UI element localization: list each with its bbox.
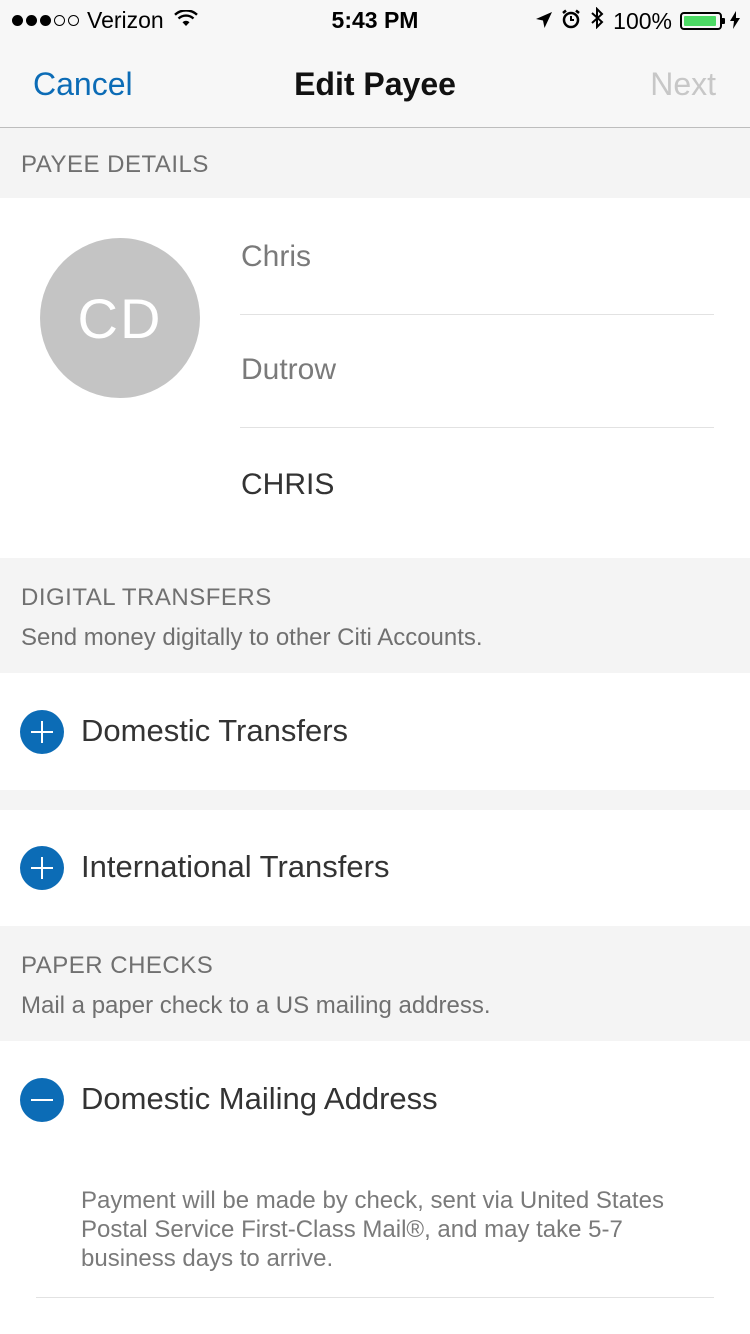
battery-percent: 100% xyxy=(613,7,672,34)
section-gap xyxy=(0,790,750,810)
first-name-field[interactable]: Chris xyxy=(241,240,311,274)
international-transfers-row[interactable]: International Transfers xyxy=(0,810,750,926)
domestic-mailing-address-row[interactable]: Domestic Mailing Address xyxy=(0,1041,750,1161)
payee-details-title: PAYEE DETAILS xyxy=(21,151,209,178)
bluetooth-icon xyxy=(589,6,605,35)
navigation-bar: Cancel Edit Payee Next xyxy=(0,40,750,128)
status-right: 100% xyxy=(535,6,740,35)
digital-transfers-header: DIGITAL TRANSFERS Send money digitally t… xyxy=(0,558,750,673)
international-transfers-label: International Transfers xyxy=(81,849,390,884)
payment-note: Payment will be made by check, sent via … xyxy=(81,1187,664,1272)
plus-circle-icon[interactable] xyxy=(20,846,64,890)
last-name-field[interactable]: Dutrow xyxy=(241,353,336,387)
next-button[interactable]: Next xyxy=(650,66,716,103)
digital-transfers-description: Send money digitally to other Citi Accou… xyxy=(21,624,483,651)
location-arrow-icon xyxy=(535,8,553,35)
battery-icon xyxy=(680,12,725,30)
divider xyxy=(240,314,714,315)
minus-circle-icon[interactable] xyxy=(20,1078,64,1122)
paper-checks-title: PAPER CHECKS xyxy=(21,952,214,979)
domestic-transfers-row[interactable]: Domestic Transfers xyxy=(0,673,750,790)
page-title: Edit Payee xyxy=(294,66,456,102)
alarm-clock-icon xyxy=(561,8,581,35)
nickname-field[interactable]: CHRIS xyxy=(241,468,334,502)
status-bar: Verizon 5:43 PM 100% xyxy=(0,0,750,40)
charging-bolt-icon xyxy=(730,8,740,35)
domestic-mailing-address-label: Domestic Mailing Address xyxy=(81,1081,438,1116)
payee-details-header: PAYEE DETAILS xyxy=(0,128,750,198)
digital-transfers-title: DIGITAL TRANSFERS xyxy=(21,584,272,611)
domestic-transfers-label: Domestic Transfers xyxy=(81,713,349,748)
paper-checks-header: PAPER CHECKS Mail a paper check to a US … xyxy=(0,926,750,1041)
divider xyxy=(36,1297,714,1298)
avatar[interactable]: CD xyxy=(40,238,200,398)
plus-circle-icon[interactable] xyxy=(20,710,64,754)
divider xyxy=(240,427,714,428)
paper-checks-description: Mail a paper check to a US mailing addre… xyxy=(21,992,491,1019)
